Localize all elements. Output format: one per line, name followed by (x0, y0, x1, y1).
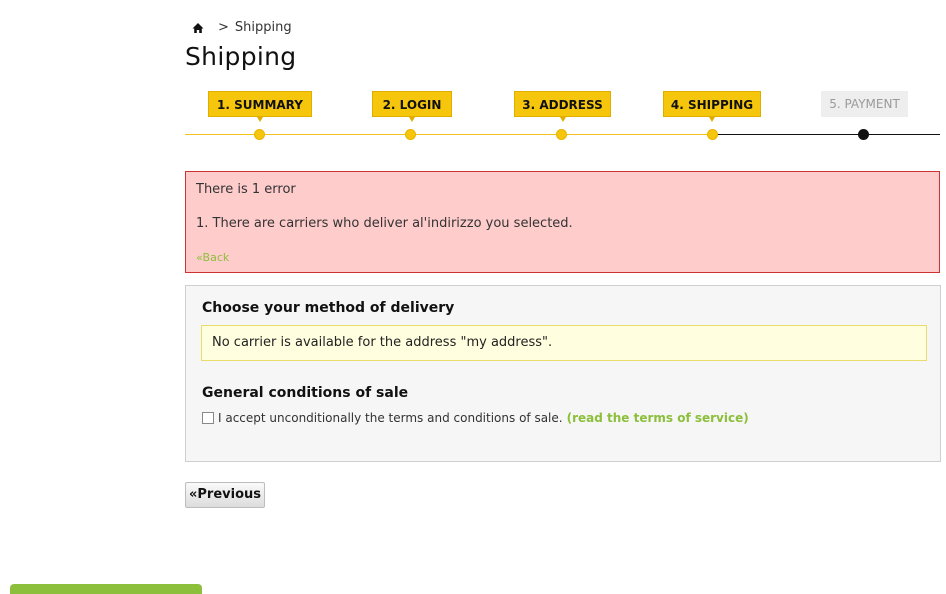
step-address[interactable]: 3. ADDRESS (514, 91, 611, 122)
breadcrumb-current: Shipping (234, 20, 292, 35)
step-summary[interactable]: 1. SUMMARY (208, 91, 312, 122)
previous-button[interactable]: «Previous (185, 482, 265, 508)
step-dot-payment (858, 129, 869, 140)
terms-row: I accept unconditionally the terms and c… (202, 411, 749, 425)
no-carrier-warning: No carrier is available for the address … (201, 325, 927, 361)
step-dot-address (556, 129, 567, 140)
terms-of-service-link[interactable]: (read the terms of service) (567, 411, 749, 425)
error-item: 1. There are carriers who deliver al'ind… (196, 216, 573, 231)
page-title: Shipping (185, 42, 297, 71)
terms-label[interactable]: I accept unconditionally the terms and c… (218, 411, 563, 425)
step-dot-login (405, 129, 416, 140)
error-title: There is 1 error (196, 182, 296, 197)
step-shipping[interactable]: 4. SHIPPING (663, 91, 761, 122)
breadcrumb: > Shipping (192, 20, 292, 35)
step-dot-shipping (707, 129, 718, 140)
delivery-heading: Choose your method of delivery (202, 300, 455, 316)
error-message-box: There is 1 error 1. There are carriers w… (185, 171, 940, 273)
delivery-panel: Choose your method of delivery No carrie… (185, 285, 941, 462)
bottom-green-bar (10, 584, 202, 594)
checkout-steps: 1. SUMMARY 2. LOGIN 3. ADDRESS 4. SHIPPI… (185, 90, 940, 140)
home-icon[interactable] (192, 22, 204, 34)
steps-remaining-line (714, 134, 940, 135)
step-payment: 5. PAYMENT (821, 91, 908, 117)
conditions-heading: General conditions of sale (202, 385, 409, 401)
breadcrumb-separator: > (218, 20, 229, 35)
back-link[interactable]: «Back (196, 251, 229, 264)
terms-checkbox[interactable] (202, 412, 214, 424)
step-dot-summary (254, 129, 265, 140)
step-login[interactable]: 2. LOGIN (372, 91, 452, 122)
